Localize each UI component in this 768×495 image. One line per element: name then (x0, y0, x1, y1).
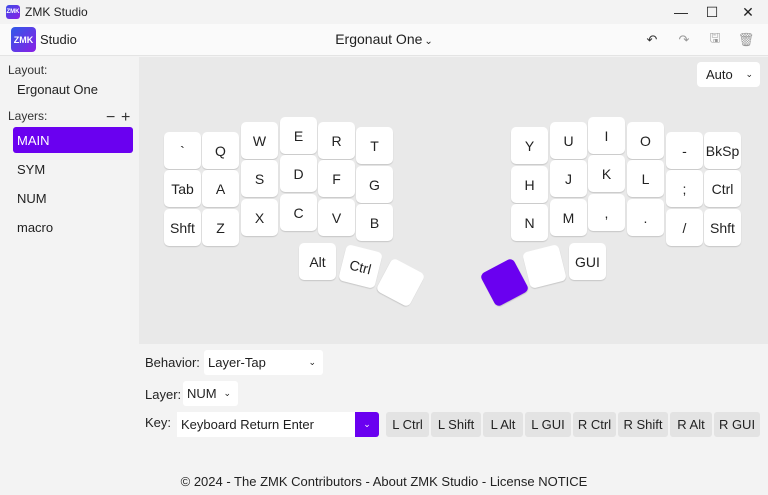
key[interactable]: Y (511, 127, 548, 164)
remove-layer-button[interactable]: − (106, 109, 115, 127)
layers-label: Layers: (8, 109, 48, 123)
key[interactable]: G (356, 166, 393, 203)
key[interactable]: E (280, 117, 317, 154)
save-icon[interactable]: 🖫 (706, 30, 724, 49)
window-titlebar: ZMK ZMK Studio — ☐ ✕ (0, 0, 768, 24)
add-layer-button[interactable]: + (121, 109, 130, 127)
key[interactable]: I (588, 117, 625, 154)
layer-item-main[interactable]: MAIN (13, 127, 133, 153)
undo-icon[interactable]: ↶ (643, 31, 661, 49)
key[interactable]: Shft (164, 209, 201, 246)
layer-item-macro[interactable]: macro (13, 214, 133, 240)
sidebar: Layout: Ergonaut One Layers: − + MAIN SY… (0, 57, 139, 495)
key[interactable]: Shft (704, 209, 741, 246)
key[interactable]: K (588, 155, 625, 192)
app-icon: ZMK (6, 5, 20, 19)
key[interactable]: H (511, 166, 548, 203)
key[interactable]: X (241, 199, 278, 236)
key[interactable]: - (666, 132, 703, 169)
key-code-input[interactable]: Keyboard Return Enter (177, 412, 356, 437)
modifier-l-gui[interactable]: L GUI (525, 412, 571, 437)
key[interactable]: ` (164, 132, 201, 169)
maximize-icon[interactable]: ☐ (695, 0, 729, 24)
key-param-label: Key: (145, 415, 172, 430)
key[interactable]: A (202, 170, 239, 207)
key[interactable]: ; (666, 170, 703, 207)
layer-param-value: NUM (187, 386, 217, 401)
key[interactable]: . (627, 199, 664, 236)
chevron-down-icon: ⌄ (223, 388, 231, 398)
layout-value[interactable]: Ergonaut One (17, 82, 98, 97)
key[interactable]: V (318, 199, 355, 236)
key[interactable]: W (241, 122, 278, 159)
modifier-r-ctrl[interactable]: R Ctrl (573, 412, 616, 437)
keyboard-name: Ergonaut One (335, 31, 423, 47)
key[interactable]: Tab (164, 170, 201, 207)
key[interactable]: N (511, 204, 548, 241)
layer-param-select[interactable]: NUM ⌄ (183, 381, 238, 406)
footer: © 2024 - The ZMK Contributors - About ZM… (180, 474, 588, 489)
key[interactable]: Ctrl (704, 170, 741, 207)
chevron-down-icon: ⌄ (424, 36, 433, 47)
close-icon[interactable]: ✕ (731, 0, 765, 24)
zoom-value: Auto (706, 67, 733, 82)
key[interactable]: Alt (299, 243, 336, 280)
layer-param-label: Layer: (145, 387, 182, 402)
behavior-label: Behavior: (145, 355, 200, 370)
key[interactable]: Z (202, 209, 239, 246)
key[interactable]: U (550, 122, 587, 159)
key[interactable]: J (550, 160, 587, 197)
minimize-icon[interactable]: — (664, 0, 698, 24)
layer-item-num[interactable]: NUM (13, 185, 133, 211)
layout-label: Layout: (8, 63, 48, 77)
modifier-r-gui[interactable]: R GUI (714, 412, 760, 437)
modifier-r-shift[interactable]: R Shift (618, 412, 668, 437)
key[interactable]: S (241, 160, 278, 197)
layer-item-sym[interactable]: SYM (13, 156, 133, 182)
chevron-down-icon: ⌄ (308, 357, 316, 367)
modifier-r-alt[interactable]: R Alt (670, 412, 712, 437)
key[interactable]: F (318, 160, 355, 197)
behavior-value: Layer-Tap (208, 355, 266, 370)
key[interactable]: C (280, 194, 317, 231)
chevron-down-icon: ⌄ (745, 69, 753, 79)
key[interactable]: BkSp (704, 132, 741, 169)
modifier-l-shift[interactable]: L Shift (431, 412, 481, 437)
app-header: ZMK Studio Ergonaut One ⌄ ↶ ↷ 🖫 🗑 (0, 24, 768, 56)
key[interactable]: M (550, 199, 587, 236)
modifier-l-ctrl[interactable]: L Ctrl (386, 412, 429, 437)
zoom-select[interactable]: Auto ⌄ (697, 62, 760, 87)
key[interactable]: GUI (569, 243, 606, 280)
key[interactable]: R (318, 122, 355, 159)
behavior-select[interactable]: Layer-Tap ⌄ (204, 350, 323, 375)
key-dropdown-button[interactable]: ⌄ (355, 412, 379, 437)
redo-icon[interactable]: ↷ (675, 31, 693, 49)
trash-icon[interactable]: 🗑 (737, 31, 755, 49)
key[interactable]: O (627, 122, 664, 159)
modifier-l-alt[interactable]: L Alt (483, 412, 523, 437)
key[interactable]: Q (202, 132, 239, 169)
key[interactable]: L (627, 160, 664, 197)
window-title: ZMK Studio (25, 5, 88, 19)
key[interactable]: / (666, 209, 703, 246)
key[interactable]: , (588, 194, 625, 231)
key[interactable]: D (280, 155, 317, 192)
key[interactable]: T (356, 127, 393, 164)
key[interactable]: B (356, 204, 393, 241)
